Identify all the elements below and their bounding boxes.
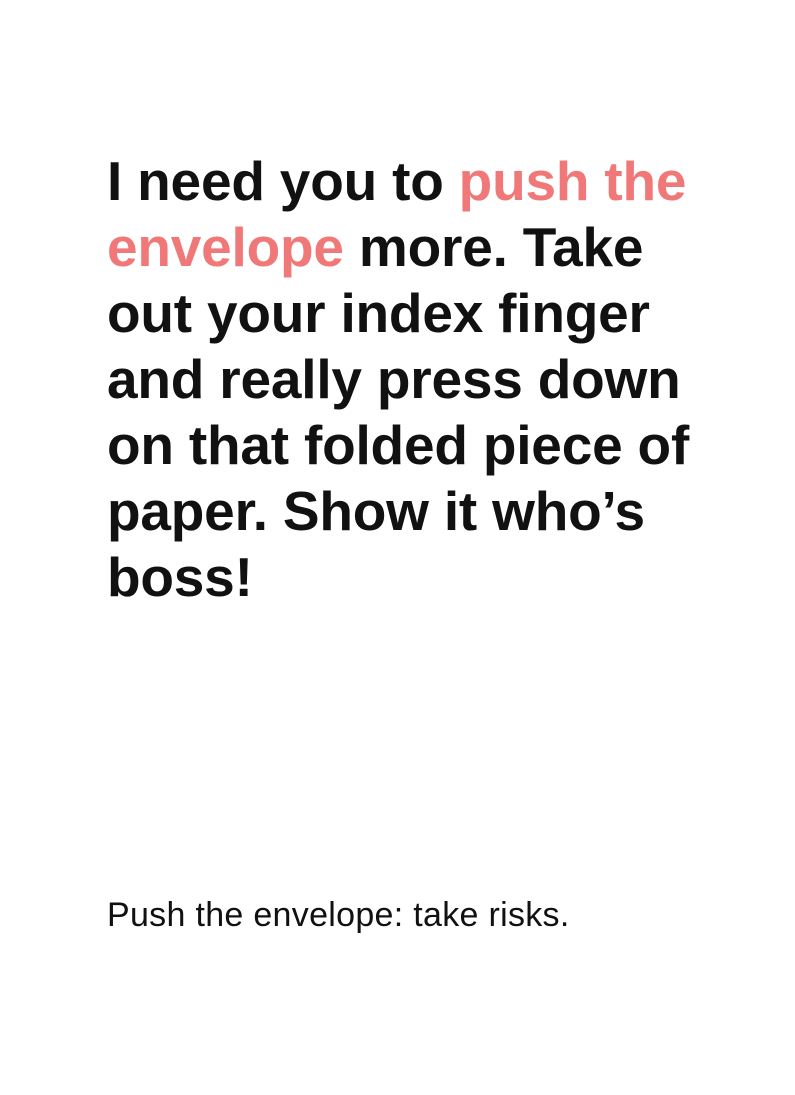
idiom-definition: Push the envelope: take risks. — [107, 896, 570, 934]
idiom-card: I need you to push the envelope more. Ta… — [0, 0, 795, 1095]
idiom-example-sentence: I need you to push the envelope more. Ta… — [107, 148, 707, 610]
quote-text-before: I need you to — [107, 150, 459, 212]
